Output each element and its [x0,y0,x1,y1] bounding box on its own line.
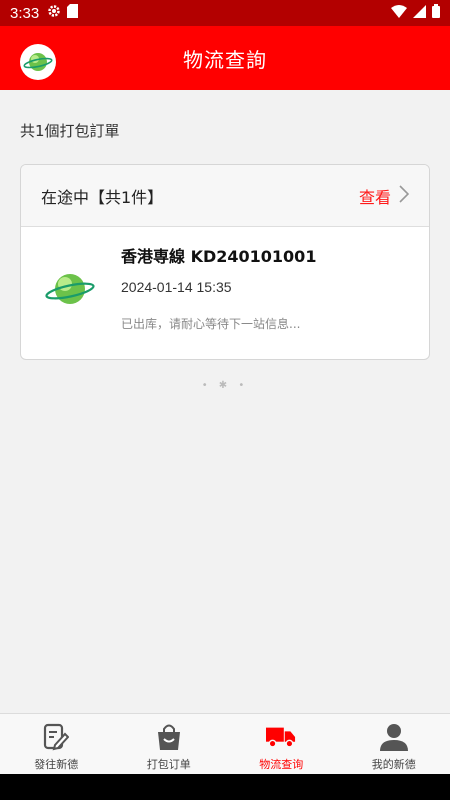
order-status: 在途中【共1件】 [41,187,164,207]
tab-logistics[interactable]: 物流查询 [225,714,338,774]
tab-package-orders-label: 打包订单 [146,758,191,771]
chevron-right-icon [399,184,410,207]
order-card-header: 在途中【共1件】 查看 [21,165,429,227]
order-date: 2024-01-14 15:35 [121,279,232,295]
tab-profile[interactable]: 我的新德 [338,714,450,774]
status-bar: 3:33 [0,0,450,26]
order-name: 香港専線 KD240101001 [121,247,317,266]
order-card-body[interactable]: 香港専線 KD240101001 2024-01-14 15:35 已出库，请耐… [21,227,429,359]
order-card[interactable]: 在途中【共1件】 查看 香港専線 KD240101001 2024-01-14 … [20,164,430,360]
system-navigation-bar [0,774,450,800]
order-count-summary: 共1個打包訂單 [20,122,120,140]
bottom-tab-bar: 發往新德 打包订单 物流查询 我的新德 [0,713,450,774]
view-button-label: 查看 [358,187,391,207]
app-header: 物流查詢 [0,26,450,90]
settings-gear-icon [47,4,61,22]
status-time: 3:33 [10,4,40,22]
loading-indicator: • ✱ • [201,380,249,391]
person-icon [379,722,409,752]
wifi-icon [391,4,407,22]
tab-send[interactable]: 發往新德 [0,714,113,774]
tab-profile-label: 我的新德 [371,758,416,771]
tab-send-label: 發往新德 [34,758,79,771]
tab-logistics-label: 物流查询 [259,758,304,771]
tab-package-orders[interactable]: 打包订单 [113,714,226,774]
truck-icon [266,722,296,752]
app-logo [20,44,56,80]
view-button[interactable]: 查看 [358,184,410,208]
edit-document-icon [41,722,71,752]
battery-icon [432,4,440,22]
order-tracking-message: 已出库，请耐心等待下一站信息... [121,317,301,331]
signal-icon [413,4,426,22]
carrier-logo [45,267,95,311]
shopping-bag-icon [154,722,184,752]
sd-card-icon [67,4,79,22]
page-title: 物流查詢 [183,47,267,72]
